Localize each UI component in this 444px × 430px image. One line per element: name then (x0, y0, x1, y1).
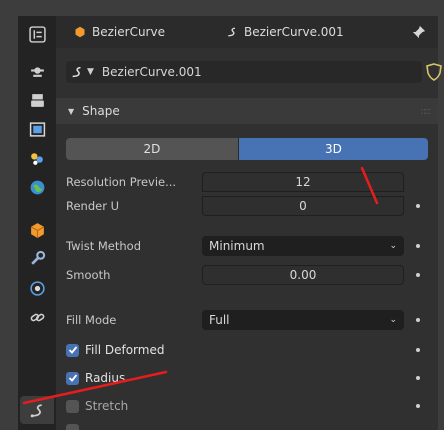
object-icon[interactable] (20, 216, 54, 244)
resolution-preview-row: Resolution Previe... 12 (56, 170, 438, 194)
panel-title: Shape (82, 104, 120, 118)
breadcrumb-object[interactable]: BezierCurve (74, 25, 165, 39)
editor-type-icon[interactable] (20, 20, 54, 48)
fake-user-shield-icon[interactable] (426, 63, 442, 84)
keyframe-dot-icon[interactable] (416, 404, 420, 408)
physics-icon[interactable] (20, 274, 54, 302)
fill-mode-row: Fill Mode Full ⌄ (56, 308, 438, 332)
breadcrumb: BezierCurve BezierCurve.001 (56, 16, 438, 48)
checkbox-unchecked-icon[interactable] (66, 424, 79, 430)
panel-collapse-icon: ▼ (68, 106, 75, 116)
constraint-icon[interactable] (20, 303, 54, 331)
breadcrumb-data[interactable]: BezierCurve.001 (226, 25, 344, 39)
stretch-label: Stretch (85, 399, 129, 413)
smooth-row: Smooth 0.00 (56, 263, 438, 287)
view-layer-icon[interactable] (20, 144, 54, 172)
object-icon (75, 26, 85, 38)
checkbox-checked-icon (66, 371, 79, 385)
datablock-field[interactable]: ▼ BezierCurve.001 (66, 61, 422, 83)
dimensions-toggle: 2D 3D (66, 138, 428, 160)
checkbox-checked-icon (66, 343, 79, 357)
modifier-icon[interactable] (20, 244, 54, 272)
chevron-down-icon: ▼ (87, 67, 94, 77)
smooth-label: Smooth (66, 268, 111, 282)
stretch-checkbox[interactable]: Stretch (66, 399, 128, 413)
render-icon[interactable] (20, 86, 54, 114)
render-u-label: Render U (66, 199, 120, 213)
curve-data-icon (72, 66, 81, 78)
breadcrumb-object-label: BezierCurve (92, 25, 165, 39)
keyframe-dot-icon[interactable] (416, 273, 420, 277)
keyframe-dot-icon[interactable] (416, 318, 420, 322)
curve-data-icon[interactable] (20, 396, 54, 424)
chevron-down-icon: ⌄ (389, 315, 397, 325)
twist-method-label: Twist Method (66, 239, 142, 253)
tool-icon[interactable] (20, 56, 54, 84)
properties-tab-bar (18, 16, 56, 430)
fill-deformed-checkbox[interactable]: Fill Deformed (66, 343, 164, 357)
output-icon[interactable] (20, 115, 54, 143)
world-icon[interactable] (20, 173, 54, 201)
properties-content: BezierCurve BezierCurve.001 ▼ BezierCurv… (56, 16, 442, 430)
checkbox-unchecked-icon (66, 399, 79, 413)
render-u-field[interactable]: 0 (202, 196, 404, 216)
datablock-selector[interactable]: ▼ BezierCurve.001 (56, 61, 442, 83)
curve-data-icon (228, 27, 236, 37)
drag-handle-icon[interactable]: :::: (421, 106, 432, 117)
keyframe-dot-icon[interactable] (416, 348, 420, 352)
stretch-row: Stretch (56, 394, 438, 418)
render-u-row: Render U 0 (56, 194, 438, 218)
shape-panel-header[interactable]: ▼ Shape :::: (56, 98, 438, 124)
chevron-down-icon: ⌄ (389, 241, 397, 251)
fill-deformed-row: Fill Deformed (56, 338, 438, 362)
pin-icon[interactable] (412, 25, 426, 42)
resolution-preview-label: Resolution Previe... (66, 175, 177, 189)
resolution-preview-field[interactable]: 12 (202, 172, 404, 192)
keyframe-dot-icon[interactable] (416, 244, 420, 248)
datablock-name: BezierCurve.001 (101, 65, 202, 79)
fill-mode-value: Full (209, 313, 230, 327)
twist-method-dropdown[interactable]: Minimum ⌄ (202, 236, 404, 256)
radius-checkbox[interactable]: Radius (66, 371, 125, 385)
twist-method-value: Minimum (209, 239, 265, 253)
keyframe-dot-icon[interactable] (416, 204, 420, 208)
fill-mode-label: Fill Mode (66, 313, 117, 327)
dimensions-2d-button[interactable]: 2D (66, 138, 239, 160)
radius-row: Radius (56, 366, 438, 390)
fill-mode-dropdown[interactable]: Full ⌄ (202, 310, 404, 330)
smooth-field[interactable]: 0.00 (202, 265, 404, 285)
fill-deformed-label: Fill Deformed (85, 343, 165, 357)
properties-editor: BezierCurve BezierCurve.001 ▼ BezierCurv… (18, 16, 442, 430)
radius-label: Radius (85, 371, 126, 385)
dimensions-3d-button[interactable]: 3D (238, 138, 428, 160)
breadcrumb-data-label: BezierCurve.001 (244, 25, 344, 39)
twist-method-row: Twist Method Minimum ⌄ (56, 234, 438, 258)
keyframe-dot-icon[interactable] (416, 376, 420, 380)
